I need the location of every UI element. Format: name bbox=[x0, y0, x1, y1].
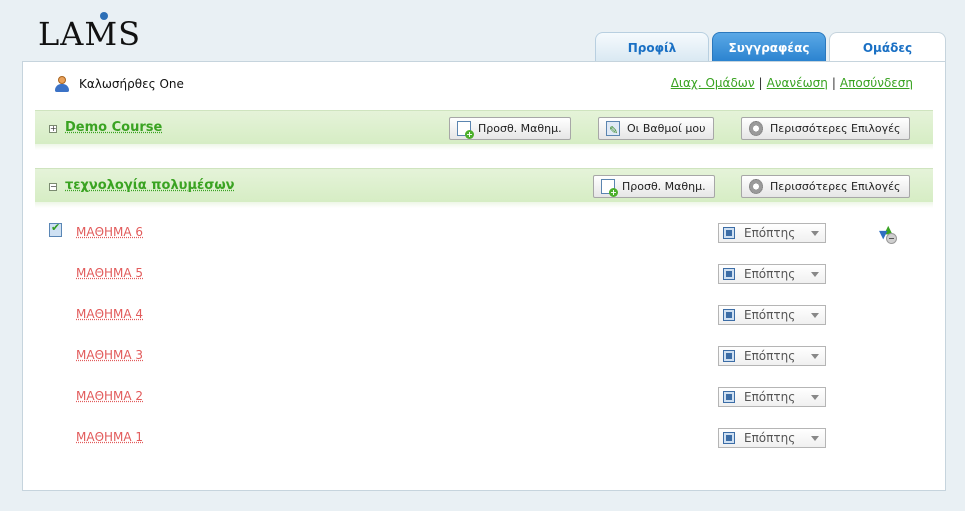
lesson-row: ΜΑΘΗΜΑ 5 Επόπτης bbox=[23, 264, 945, 284]
my-grades-button[interactable]: Οι Βαθμοί μου bbox=[598, 117, 715, 141]
chevron-down-icon bbox=[811, 395, 819, 400]
chevron-down-icon bbox=[811, 272, 819, 277]
user-icon bbox=[55, 76, 69, 92]
lesson-link[interactable]: ΜΑΘΗΜΑ 3 bbox=[76, 348, 143, 362]
monitor-icon bbox=[723, 268, 735, 280]
more-options-label: Περισσότερες Επιλογές bbox=[770, 180, 901, 193]
lesson-row: ΜΑΘΗΜΑ 3 Επόπτης bbox=[23, 346, 945, 366]
monitor-icon bbox=[723, 391, 735, 403]
tab-profile[interactable]: Προφίλ bbox=[595, 32, 709, 62]
collapse-toggle-icon[interactable]: − bbox=[49, 183, 57, 191]
lesson-row: ΜΑΘΗΜΑ 6 Επόπτης ▲▼ bbox=[23, 221, 945, 244]
lesson-link[interactable]: ΜΑΘΗΜΑ 1 bbox=[76, 430, 143, 444]
lesson-link[interactable]: ΜΑΘΗΜΑ 5 bbox=[76, 266, 143, 280]
more-options-button[interactable]: Περισσότερες Επιλογές bbox=[741, 117, 910, 140]
role-label: Επόπτης bbox=[744, 226, 796, 240]
user-greeting: Καλωσήρθες One bbox=[55, 75, 184, 93]
lesson-link[interactable]: ΜΑΘΗΜΑ 4 bbox=[76, 307, 143, 321]
logout-link[interactable]: Αποσύνδεση bbox=[840, 76, 913, 90]
role-dropdown[interactable]: Επόπτης bbox=[718, 346, 826, 366]
monitor-icon bbox=[723, 227, 735, 239]
role-dropdown[interactable]: Επόπτης bbox=[718, 305, 826, 325]
lesson-row: ΜΑΘΗΜΑ 4 Επόπτης bbox=[23, 305, 945, 325]
role-label: Επόπτης bbox=[744, 349, 796, 363]
chevron-down-icon bbox=[811, 436, 819, 441]
role-dropdown[interactable]: Επόπτης bbox=[718, 264, 826, 284]
add-lesson-label: Προσθ. Μαθημ. bbox=[622, 180, 706, 193]
top-links: Διαχ. Ομάδων | Ανανέωση | Αποσύνδεση bbox=[671, 76, 913, 90]
chevron-down-icon bbox=[811, 354, 819, 359]
my-grades-label: Οι Βαθμοί μου bbox=[627, 122, 706, 135]
monitor-icon bbox=[723, 432, 735, 444]
welcome-text: Καλωσήρθες One bbox=[79, 77, 184, 91]
role-label: Επόπτης bbox=[744, 267, 796, 281]
grades-icon bbox=[606, 120, 620, 141]
add-lesson-button[interactable]: Προσθ. Μαθημ. bbox=[593, 175, 715, 198]
lams-logo: LAMS bbox=[38, 15, 142, 53]
add-lesson-button[interactable]: Προσθ. Μαθημ. bbox=[449, 117, 571, 140]
lesson-link[interactable]: ΜΑΘΗΜΑ 2 bbox=[76, 389, 143, 403]
monitor-icon bbox=[723, 350, 735, 362]
lesson-row: ΜΑΘΗΜΑ 2 Επόπτης bbox=[23, 387, 945, 407]
role-dropdown[interactable]: Επόπτης bbox=[718, 387, 826, 407]
tab-groups[interactable]: Ομάδες bbox=[829, 32, 946, 63]
link-separator: | bbox=[831, 76, 836, 90]
more-options-label: Περισσότερες Επιλογές bbox=[770, 122, 901, 135]
expand-toggle-icon[interactable]: + bbox=[49, 125, 57, 133]
role-label: Επόπτης bbox=[744, 390, 796, 404]
course-header-demo: + Demo Course Προσθ. Μαθημ. Οι Βαθμοί μο… bbox=[35, 110, 933, 150]
chevron-down-icon bbox=[811, 231, 819, 236]
role-label: Επόπτης bbox=[744, 308, 796, 322]
chevron-down-icon bbox=[811, 313, 819, 318]
completed-check-icon bbox=[49, 221, 62, 237]
add-document-icon bbox=[601, 179, 618, 197]
course-title[interactable]: Demo Course bbox=[65, 120, 162, 135]
lesson-link[interactable]: ΜΑΘΗΜΑ 6 bbox=[76, 225, 143, 239]
add-document-icon bbox=[457, 121, 474, 139]
header: LAMS Προφίλ Συγγραφέας Ομάδες bbox=[0, 0, 965, 63]
refresh-link[interactable]: Ανανέωση bbox=[767, 76, 828, 90]
role-dropdown[interactable]: Επόπτης bbox=[718, 428, 826, 448]
role-label: Επόπτης bbox=[744, 431, 796, 445]
main-panel: Καλωσήρθες One Διαχ. Ομάδων | Ανανέωση | Απο… bbox=[22, 61, 946, 491]
role-dropdown[interactable]: Επόπτης bbox=[718, 223, 826, 243]
logo-mark-icon bbox=[100, 12, 108, 20]
manage-groups-link[interactable]: Διαχ. Ομάδων bbox=[671, 76, 755, 90]
gear-icon bbox=[749, 121, 763, 136]
course-header-multimedia: − τεχνολογία πολυμέσων Προσθ. Μαθημ. Περ… bbox=[35, 168, 933, 208]
reorder-remove-icon[interactable]: ▲ ▼ bbox=[879, 224, 897, 244]
link-separator: | bbox=[758, 76, 763, 90]
tab-author[interactable]: Συγγραφέας bbox=[712, 32, 826, 62]
gear-icon bbox=[749, 179, 763, 194]
lesson-row: ΜΑΘΗΜΑ 1 Επόπτης bbox=[23, 428, 945, 448]
monitor-icon bbox=[723, 309, 735, 321]
course-title[interactable]: τεχνολογία πολυμέσων bbox=[65, 178, 235, 193]
more-options-button[interactable]: Περισσότερες Επιλογές bbox=[741, 175, 910, 198]
add-lesson-label: Προσθ. Μαθημ. bbox=[478, 122, 562, 135]
